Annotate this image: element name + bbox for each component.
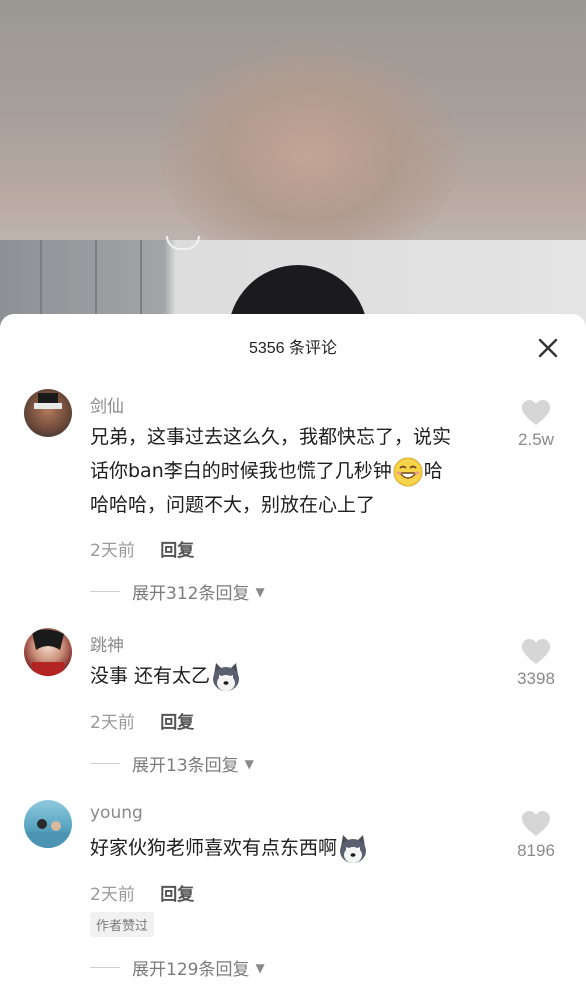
expand-replies-label: 展开312条回复	[132, 584, 250, 604]
expand-replies-label: 展开13条回复	[132, 756, 239, 776]
husky-emoji	[213, 662, 240, 691]
like-count: 2.5w	[518, 430, 554, 449]
comment-sheet: 5356 条评论 剑仙 兄弟，这事过去这么久，我都快忘了，说实 话你ban李白的…	[0, 314, 586, 1000]
triangle-down-icon: ▼	[255, 584, 265, 599]
expand-replies-button[interactable]: 展开13条回复 ▼	[90, 751, 254, 776]
comment-text-part: 没事 还有太乙	[90, 665, 211, 687]
comment-text: 兄弟，这事过去这么久，我都快忘了，说实 话你ban李白的时候我也慌了几秒钟 哈 …	[90, 420, 500, 522]
divider-dash	[90, 591, 120, 592]
divider-dash	[90, 967, 120, 968]
reply-button[interactable]: 回复	[160, 885, 194, 905]
avatar[interactable]	[24, 800, 72, 848]
expand-replies-label: 展开129条回复	[132, 960, 250, 980]
comment-text-part: 话你ban李白的时候我也慌了几秒钟	[90, 460, 392, 482]
comment-text: 好家伙狗老师喜欢有点东西啊	[90, 831, 500, 865]
like-button[interactable]: 3398	[500, 639, 572, 689]
divider-dash	[90, 763, 120, 764]
comment-text-part: 哈	[423, 460, 443, 482]
comment-text-line: 哈哈哈，问题不大，别放在心上了	[90, 494, 376, 516]
grin-emoji	[393, 457, 423, 486]
heart-icon	[522, 639, 550, 664]
triangle-down-icon: ▼	[255, 960, 265, 975]
comment-text-line: 兄弟，这事过去这么久，我都快忘了，说实	[90, 426, 452, 448]
comment-meta: 2天前 回复	[90, 880, 194, 905]
like-button[interactable]: 8196	[500, 811, 572, 861]
comment-time: 2天前	[90, 541, 135, 561]
comment-username[interactable]: 剑仙	[90, 392, 124, 417]
heart-icon	[522, 811, 550, 836]
avatar[interactable]	[24, 389, 72, 437]
reply-button[interactable]: 回复	[160, 541, 194, 561]
reply-button[interactable]: 回复	[160, 713, 194, 733]
comment-username[interactable]: young	[90, 803, 143, 823]
heart-icon	[522, 400, 550, 425]
comment-text-line: 话你ban李白的时候我也慌了几秒钟 哈	[90, 454, 500, 488]
author-liked-badge: 作者赞过	[90, 912, 155, 937]
like-button[interactable]: 2.5w	[500, 400, 572, 450]
husky-emoji	[340, 834, 367, 863]
like-count: 3398	[517, 669, 555, 688]
blurred-face	[160, 40, 460, 270]
comment-text-part: 好家伙狗老师喜欢有点东西啊	[90, 837, 338, 859]
like-count: 8196	[517, 841, 555, 860]
comment-time: 2天前	[90, 713, 135, 733]
expand-replies-button[interactable]: 展开312条回复 ▼	[90, 579, 265, 604]
comment-time: 2天前	[90, 885, 135, 905]
comment-meta: 2天前 回复	[90, 536, 194, 561]
comment-meta: 2天前 回复	[90, 708, 194, 733]
comment-count-title: 5356 条评论	[248, 340, 338, 357]
close-icon	[538, 338, 558, 358]
comment-text: 没事 还有太乙	[90, 659, 500, 693]
expand-replies-button[interactable]: 展开129条回复 ▼	[90, 955, 265, 980]
close-button[interactable]	[536, 336, 560, 360]
comment-username[interactable]: 跳神	[90, 631, 124, 656]
avatar[interactable]	[24, 628, 72, 676]
triangle-down-icon: ▼	[244, 756, 254, 771]
